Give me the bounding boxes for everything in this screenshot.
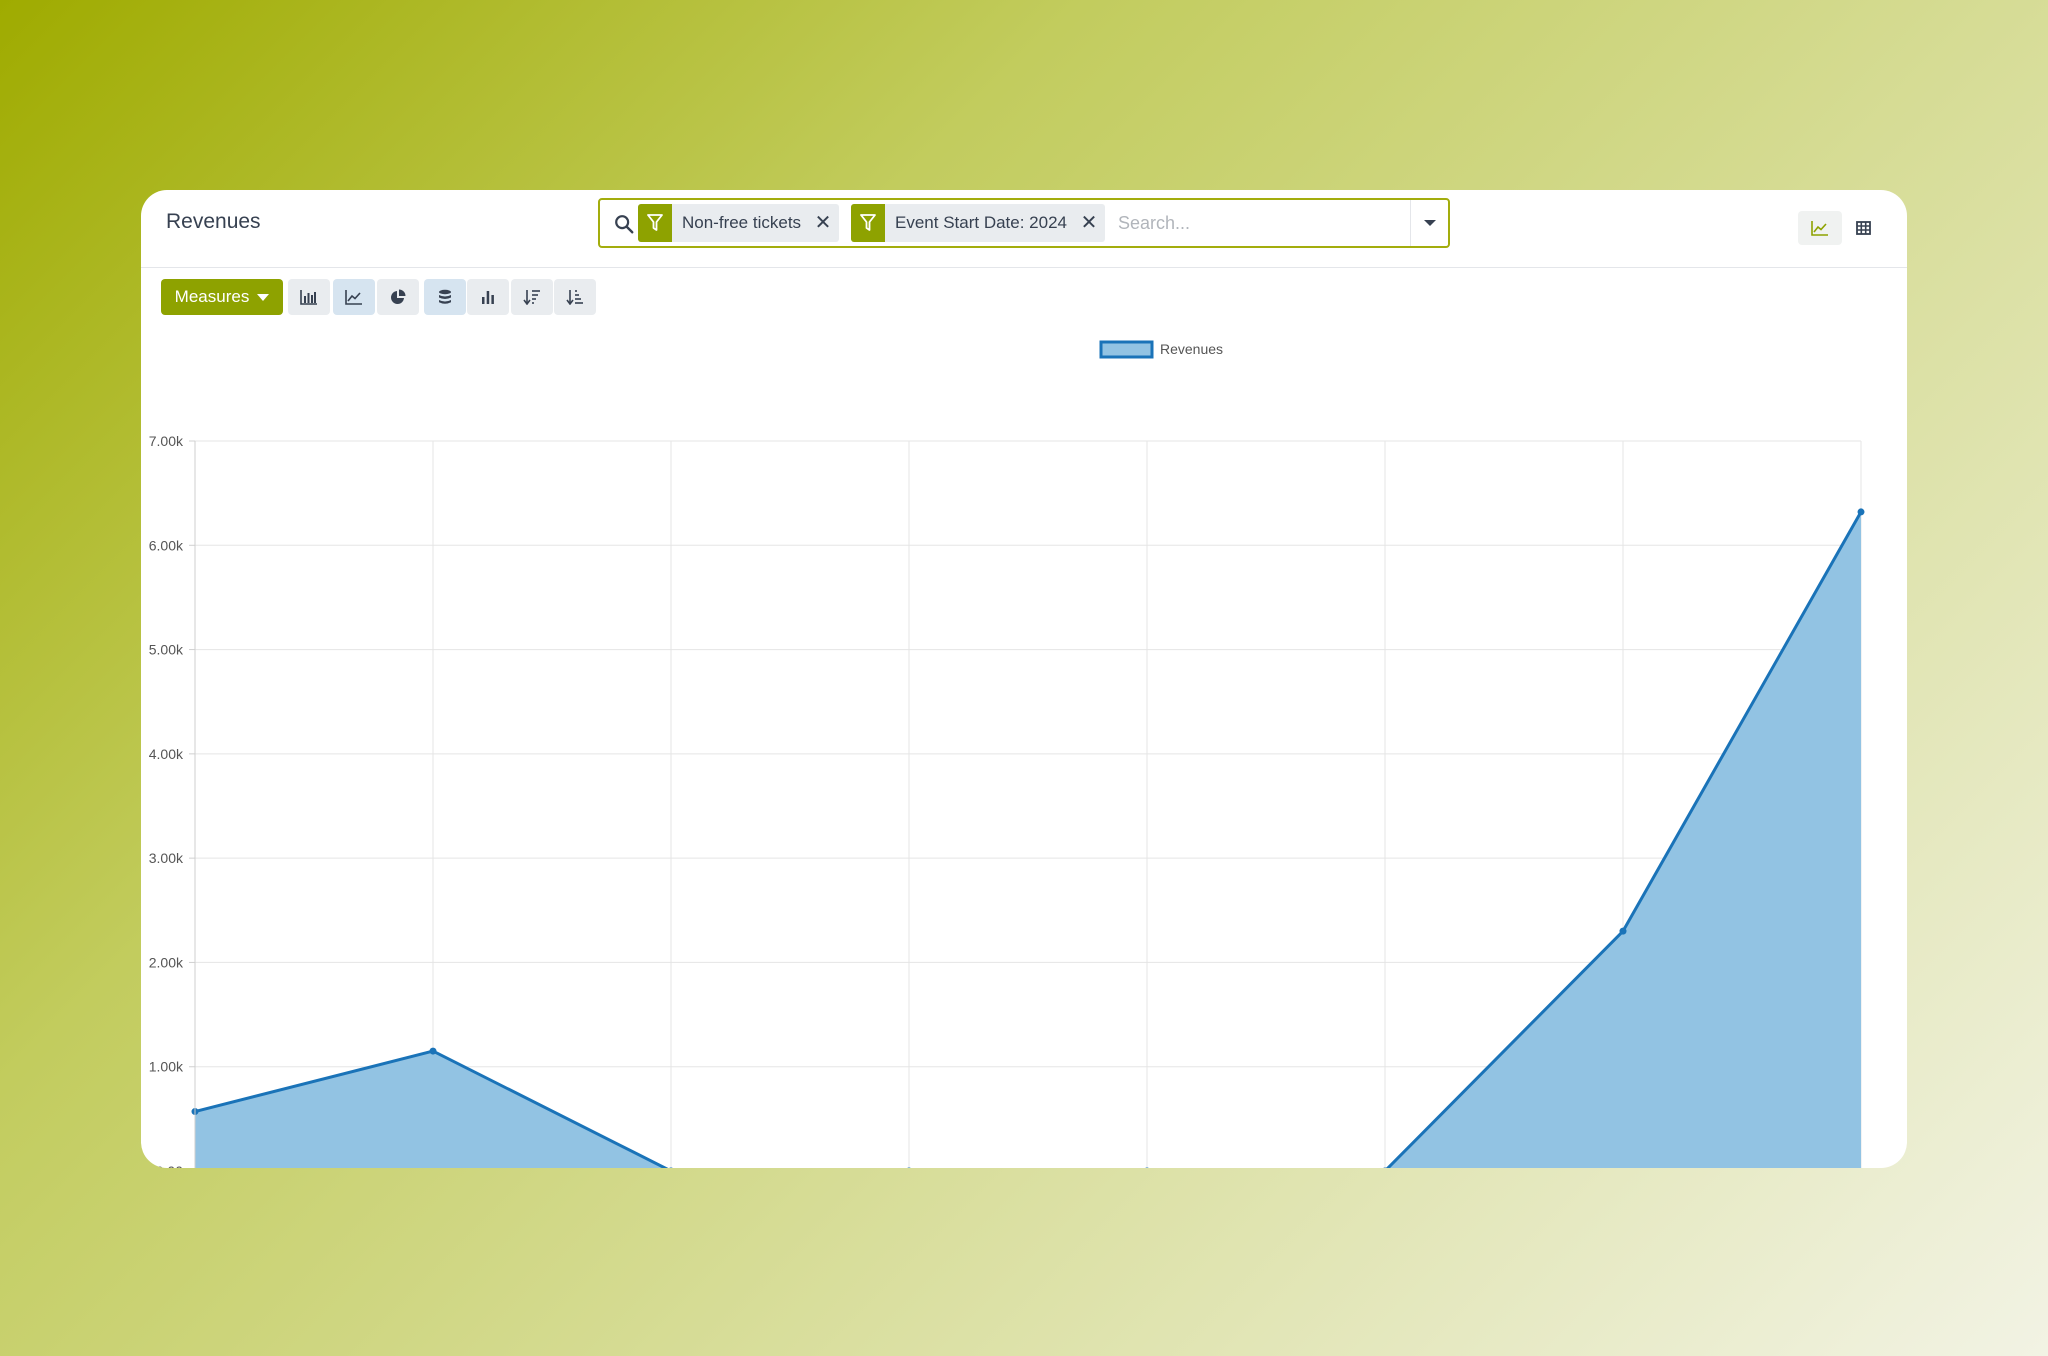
control-panel: Revenues Non-free tickets ✕ Event Start … [141,190,1907,268]
bar-chart-button[interactable] [288,279,330,315]
facet-label: Event Start Date: 2024 [895,213,1067,232]
facet-event-start-date[interactable]: Event Start Date: 2024 ✕ [851,204,1105,242]
line-chart-button[interactable] [333,279,375,315]
graph-view-button[interactable] [1798,211,1842,245]
sort-descending-icon [523,290,540,305]
legend-label: Revenues [1160,341,1223,357]
y-tick-label: 1.00k [149,1059,184,1075]
y-tick-label: 4.00k [149,746,184,762]
y-tick-label: 7.00k [149,433,184,449]
line-chart-icon [345,290,362,305]
search-icon [615,215,634,234]
y-tick-label: 0.00 [156,1163,183,1168]
data-point [429,1047,437,1055]
sort-ascending-icon [566,290,583,305]
search-options-toggle[interactable] [1410,200,1448,246]
filter-icon [851,204,885,242]
revenues-area [195,511,1861,1168]
data-point [1857,508,1865,516]
data-point [1145,1167,1149,1168]
stacked-button[interactable] [424,279,466,315]
page-title: Revenues [166,210,261,233]
pie-chart-button[interactable] [377,279,419,315]
data-point [907,1167,911,1168]
sort-descending-button[interactable] [511,279,553,315]
y-tick-label: 5.00k [149,642,184,658]
chart-legend: Revenues [1099,340,1223,359]
y-tick-label: 2.00k [149,954,184,970]
background: Revenues Non-free tickets ✕ Event Start … [0,0,2048,1356]
close-icon[interactable]: ✕ [813,204,839,242]
stacked-icon [439,289,451,304]
y-tick-label: 6.00k [149,537,184,553]
cumulative-icon [482,291,494,304]
measures-button[interactable]: Measures [161,279,283,315]
measures-label: Measures [174,287,250,306]
sort-ascending-button[interactable] [554,279,596,315]
legend-swatch [1099,340,1154,359]
search-bar[interactable]: Non-free tickets ✕ Event Start Date: 202… [598,198,1450,248]
y-tick-label: 3.00k [149,850,184,866]
cumulative-button[interactable] [467,279,509,315]
report-card: Revenues Non-free tickets ✕ Event Start … [141,190,1907,1168]
facet-label: Non-free tickets [682,213,802,232]
caret-down-icon [1423,220,1436,226]
filter-icon [638,204,672,242]
caret-down-icon [257,293,270,301]
data-point [669,1167,673,1168]
facet-non-free-tickets[interactable]: Non-free tickets ✕ [638,204,840,242]
table-icon [1855,221,1871,235]
pie-chart-icon [391,289,406,304]
line-chart-icon [1811,221,1828,236]
close-icon[interactable]: ✕ [1079,204,1105,242]
chart-series [191,508,1865,1168]
data-point [1619,927,1627,935]
search-input[interactable] [1118,208,1408,238]
bar-chart-icon [300,290,317,305]
list-view-button[interactable] [1841,211,1885,245]
revenue-chart: 0.001.00k2.00k3.00k4.00k5.00k6.00k7.00k2… [149,340,1865,1168]
